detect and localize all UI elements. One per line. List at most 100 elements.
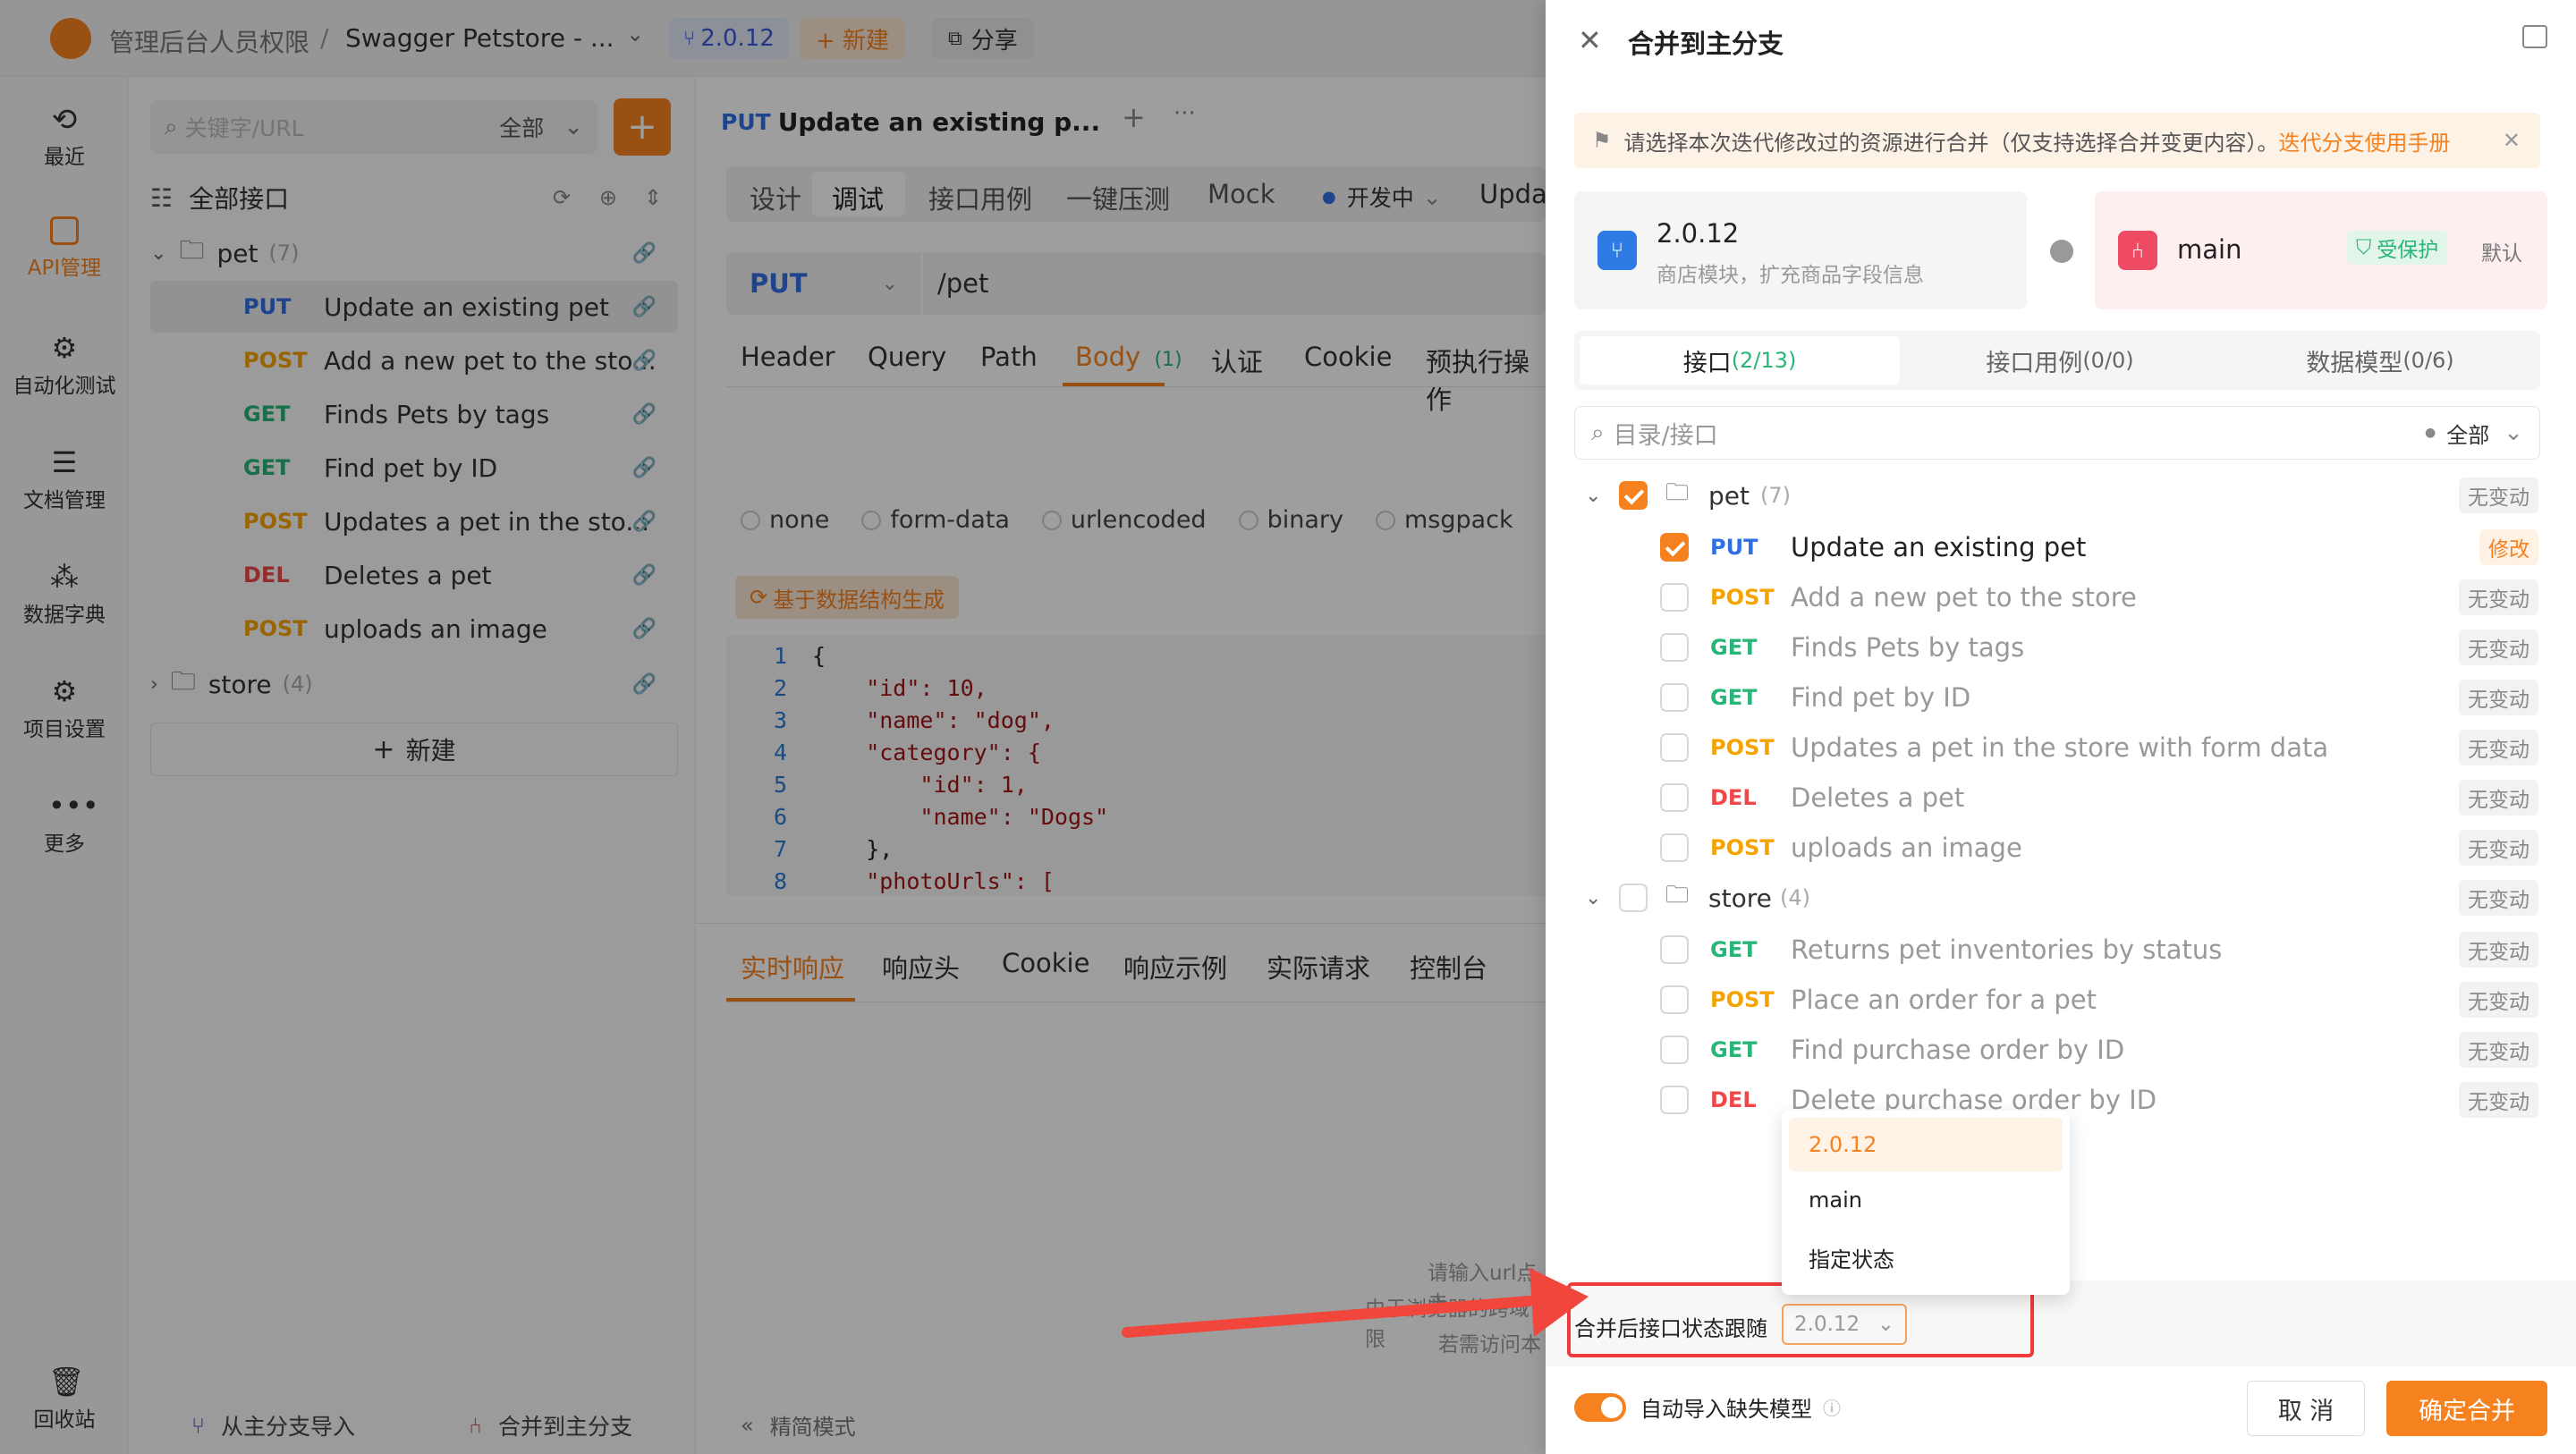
method-badge: POST [1710, 835, 1791, 860]
auto-import-toggle[interactable] [1574, 1393, 1626, 1422]
drawer-tab-interfaces[interactable]: 接口(2/13) [1580, 336, 1900, 385]
status-badge: 无变动 [2459, 730, 2538, 765]
folder-checkbox[interactable] [1619, 481, 1648, 510]
item-checkbox[interactable] [1660, 935, 1689, 964]
drawer-search[interactable]: ⌕ 目录/接口 ● 全部 ⌄ [1574, 406, 2540, 460]
confirm-merge-button[interactable]: 确定合并 [2386, 1381, 2547, 1436]
confirm-label: 确定合并 [2419, 1391, 2515, 1426]
method-badge: GET [1710, 937, 1791, 962]
tab-count: (0/6) [2402, 348, 2453, 373]
tab-count: (0/0) [2082, 348, 2133, 373]
source-branch-desc: 商店模块，扩充商品字段信息 [1657, 258, 1924, 288]
follow-status-dropdown: 2.0.12 main 指定状态 [1782, 1111, 2070, 1295]
method-badge: PUT [1710, 535, 1791, 560]
folder-count: (7) [1760, 483, 1791, 508]
dropdown-option-custom[interactable]: 指定状态 [1789, 1229, 2063, 1286]
drawer-item[interactable]: GET Find pet by ID 无变动 [1546, 672, 2576, 723]
method-badge: GET [1710, 685, 1791, 710]
chevron-down-icon: ⌄ [1877, 1313, 1894, 1336]
drawer-item[interactable]: POST Place an order for a pet 无变动 [1546, 975, 2576, 1025]
status-badge: 无变动 [2459, 982, 2538, 1018]
target-branch-name: main [2177, 234, 2241, 265]
protected-label: 受保护 [2377, 232, 2438, 263]
follow-status-value: 2.0.12 [1794, 1313, 1877, 1336]
item-checkbox[interactable] [1660, 783, 1689, 812]
drawer-filter[interactable]: 全部 [2446, 418, 2489, 449]
search-icon: ⌕ [1591, 419, 1605, 447]
chevron-down-icon[interactable]: ⌄ [1585, 485, 1601, 507]
item-checkbox[interactable] [1660, 985, 1689, 1014]
notice-banner: ⚑ 请选择本次迭代修改过的资源进行合并（仅支持选择合并变更内容）。 迭代分支使用… [1574, 113, 2540, 168]
drawer-folder-pet[interactable]: ⌄ 🗀 pet (7) 无变动 [1546, 470, 2576, 520]
flag-icon: ⚑ [1592, 128, 1612, 153]
arrow-right-icon [2050, 240, 2073, 263]
source-branch-card: ⑂ 2.0.12 商店模块，扩充商品字段信息 [1574, 191, 2027, 309]
close-icon[interactable]: ✕ [2503, 128, 2521, 153]
drawer-item[interactable]: GET Find purchase order by ID 无变动 [1546, 1025, 2576, 1075]
item-checkbox[interactable] [1660, 833, 1689, 862]
item-label: Updates a pet in the store with form dat… [1791, 732, 2328, 763]
cancel-label: 取 消 [2278, 1391, 2334, 1426]
option-label: 指定状态 [1809, 1242, 1894, 1273]
dropdown-option-main[interactable]: main [1789, 1171, 2063, 1229]
drawer-title: 合并到主分支 [1628, 23, 1784, 61]
cancel-button[interactable]: 取 消 [2247, 1381, 2365, 1436]
status-dot-icon: ● [2425, 426, 2436, 440]
drawer-item[interactable]: POST Add a new pet to the store 无变动 [1546, 572, 2576, 622]
status-badge: 无变动 [2459, 1082, 2538, 1118]
protected-badge: ⛉ 受保护 [2347, 231, 2447, 265]
item-checkbox[interactable] [1660, 533, 1689, 562]
status-badge: 无变动 [2459, 1032, 2538, 1068]
drawer-item[interactable]: GET Finds Pets by tags 无变动 [1546, 622, 2576, 672]
status-badge: 无变动 [2459, 780, 2538, 816]
item-label: Finds Pets by tags [1791, 632, 2024, 663]
status-badge: 无变动 [2459, 579, 2538, 615]
drawer-folder-store[interactable]: ⌄ 🗀 store (4) 无变动 [1546, 873, 2576, 923]
dropdown-option-2012[interactable]: 2.0.12 [1789, 1118, 2063, 1171]
close-icon[interactable]: ✕ [1578, 23, 1602, 57]
status-badge: 修改 [2479, 529, 2538, 565]
notice-link[interactable]: 迭代分支使用手册 [2279, 125, 2451, 156]
folder-checkbox[interactable] [1619, 883, 1648, 912]
drawer-item[interactable]: GET Returns pet inventories by status 无变… [1546, 925, 2576, 975]
source-branch-name: 2.0.12 [1657, 218, 1739, 249]
item-label: Returns pet inventories by status [1791, 934, 2222, 965]
drawer-item[interactable]: DEL Deletes a pet 无变动 [1546, 773, 2576, 823]
item-label: Update an existing pet [1791, 532, 2086, 562]
item-checkbox[interactable] [1660, 633, 1689, 662]
item-checkbox[interactable] [1660, 683, 1689, 712]
option-label: main [1809, 1188, 1862, 1213]
item-checkbox[interactable] [1660, 1086, 1689, 1114]
status-badge: 无变动 [2459, 932, 2538, 968]
follow-status-label: 合并后接口状态跟随 [1574, 1311, 1767, 1342]
item-label: Add a new pet to the store [1791, 582, 2137, 613]
drawer-item[interactable]: POST Updates a pet in the store with for… [1546, 723, 2576, 773]
chevron-down-icon[interactable]: ⌄ [2504, 419, 2523, 446]
app-window: 管理后台人员权限 / Swagger Petstore - ... ⌄ ⑂ 2.… [0, 0, 2576, 1454]
tab-label: 接口 [1683, 343, 1732, 378]
follow-status-select[interactable]: 2.0.12 ⌄ [1782, 1304, 1907, 1345]
drawer-tab-models[interactable]: 数据模型(0/6) [2220, 336, 2540, 385]
folder-label: store [1708, 883, 1772, 913]
status-badge: 无变动 [2459, 630, 2538, 665]
folder-count: (4) [1780, 885, 1810, 910]
item-label: Find purchase order by ID [1791, 1035, 2124, 1065]
help-icon[interactable]: ⓘ [1823, 1394, 1841, 1420]
drawer-tab-cases[interactable]: 接口用例(0/0) [1900, 336, 2220, 385]
chevron-down-icon[interactable]: ⌄ [1585, 887, 1601, 909]
item-checkbox[interactable] [1660, 1036, 1689, 1064]
folder-icon: 🗀 [1665, 878, 1689, 917]
item-checkbox[interactable] [1660, 733, 1689, 762]
auto-import-toggle-row: 自动导入缺失模型 ⓘ [1574, 1391, 1841, 1423]
method-badge: POST [1710, 585, 1791, 610]
method-badge: DEL [1710, 1087, 1791, 1112]
sidebar-toggle-icon[interactable] [2522, 25, 2547, 48]
drawer-search-input[interactable]: 目录/接口 [1614, 416, 2425, 451]
drawer-item[interactable]: PUT Update an existing pet 修改 [1546, 522, 2576, 572]
drawer-item[interactable]: POST uploads an image 无变动 [1546, 823, 2576, 873]
modal-overlay[interactable] [0, 0, 1546, 1454]
item-checkbox[interactable] [1660, 583, 1689, 612]
item-label: uploads an image [1791, 833, 2022, 863]
status-badge: 无变动 [2459, 680, 2538, 715]
target-branch-card: ⑃ main ⛉ 受保护 默认 [2095, 191, 2547, 309]
